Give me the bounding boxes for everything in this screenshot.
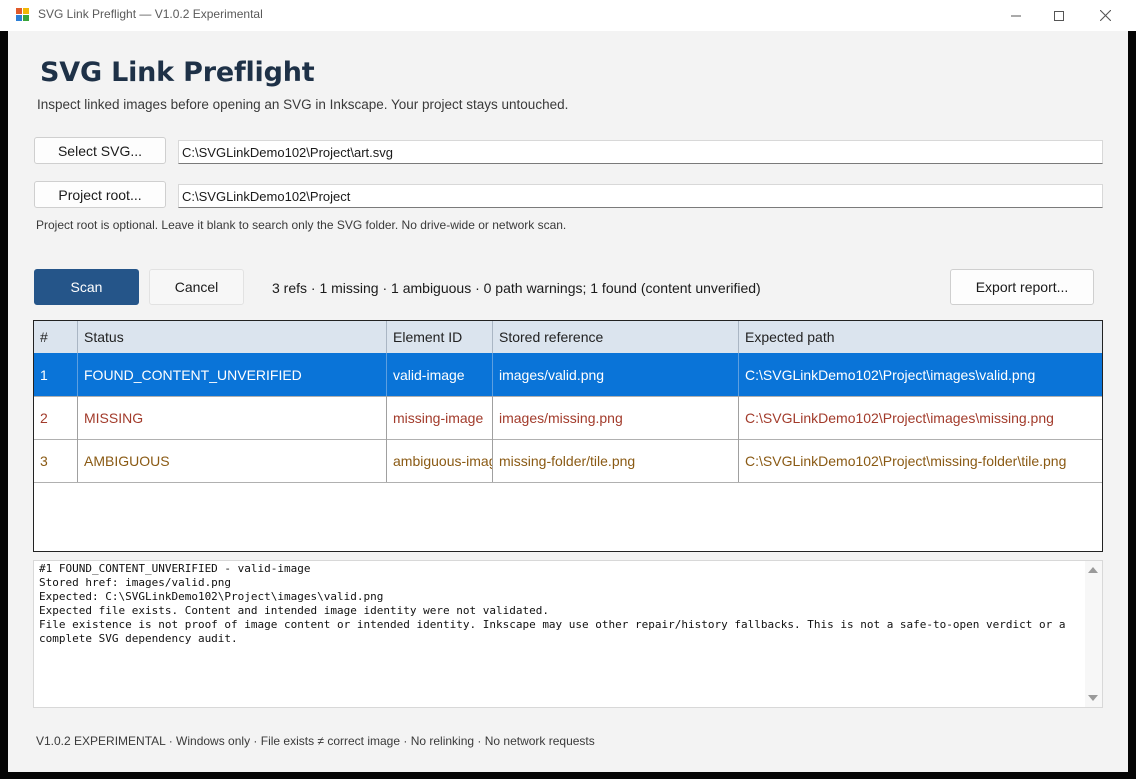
page-title: SVG Link Preflight	[40, 57, 315, 88]
column-header-expected-path[interactable]: Expected path	[739, 321, 1102, 353]
minimize-button[interactable]	[993, 0, 1039, 31]
window-title: SVG Link Preflight — V1.0.2 Experimental	[38, 7, 263, 21]
row-element-id: missing-image	[387, 396, 493, 439]
row-element-id: valid-image	[387, 353, 493, 396]
details-textbox[interactable]: #1 FOUND_CONTENT_UNVERIFIED - valid-imag…	[33, 560, 1103, 708]
export-report-button[interactable]: Export report...	[950, 269, 1094, 305]
project-root-button[interactable]: Project root...	[34, 181, 166, 208]
project-root-field[interactable]: C:\SVGLinkDemo102\Project	[178, 184, 1103, 208]
row-num: 2	[34, 396, 78, 439]
column-header-element-id[interactable]: Element ID	[387, 321, 493, 353]
column-header-status[interactable]: Status	[78, 321, 387, 353]
details-scrollbar[interactable]	[1085, 561, 1102, 707]
row-status: MISSING	[78, 396, 387, 439]
table-row[interactable]: 1 FOUND_CONTENT_UNVERIFIED valid-image i…	[34, 353, 1102, 397]
row-stored-reference: images/valid.png	[493, 353, 739, 396]
scan-summary: 3 refs · 1 missing · 1 ambiguous · 0 pat…	[272, 280, 761, 296]
table-row[interactable]: 2 MISSING missing-image images/missing.p…	[34, 396, 1102, 440]
row-stored-reference: images/missing.png	[493, 396, 739, 439]
status-footer: V1.0.2 EXPERIMENTAL · Windows only · Fil…	[36, 734, 595, 748]
grid-empty-area	[78, 482, 79, 551]
close-icon	[1099, 10, 1111, 21]
select-svg-button[interactable]: Select SVG...	[34, 137, 166, 164]
row-num: 1	[34, 353, 78, 396]
scroll-down-icon[interactable]	[1088, 695, 1098, 701]
svg-path-field[interactable]: C:\SVGLinkDemo102\Project\art.svg	[178, 140, 1103, 164]
row-expected-path: C:\SVGLinkDemo102\Project\missing-folder…	[745, 452, 1067, 469]
window-border-right	[1128, 31, 1136, 779]
grid-header-row: # Status Element ID Stored reference Exp…	[34, 321, 1102, 354]
maximize-button[interactable]	[1036, 0, 1082, 31]
table-row[interactable]: 3 AMBIGUOUS ambiguous-image missing-fold…	[34, 439, 1102, 483]
window-border-left	[0, 31, 8, 779]
details-text: #1 FOUND_CONTENT_UNVERIFIED - valid-imag…	[39, 562, 1066, 645]
scan-button[interactable]: Scan	[34, 269, 139, 305]
title-bar: SVG Link Preflight — V1.0.2 Experimental	[0, 0, 1136, 32]
scroll-up-icon[interactable]	[1088, 567, 1098, 573]
column-header-num[interactable]: #	[34, 321, 78, 353]
app-icon	[16, 8, 30, 22]
row-expected-path: C:\SVGLinkDemo102\Project\images\missing…	[745, 409, 1054, 426]
row-status: FOUND_CONTENT_UNVERIFIED	[78, 353, 387, 396]
row-element-id: ambiguous-image	[387, 439, 493, 482]
maximize-icon	[1054, 10, 1064, 21]
row-status: AMBIGUOUS	[78, 439, 387, 482]
results-grid[interactable]: # Status Element ID Stored reference Exp…	[33, 320, 1103, 552]
row-stored-reference: missing-folder/tile.png	[493, 439, 739, 482]
project-root-hint: Project root is optional. Leave it blank…	[36, 218, 567, 232]
minimize-icon	[1011, 15, 1021, 16]
row-num: 3	[34, 439, 78, 482]
window-border-bottom	[0, 772, 1136, 779]
cancel-button[interactable]: Cancel	[149, 269, 244, 305]
row-expected-path: C:\SVGLinkDemo102\Project\images\valid.p…	[745, 366, 1036, 383]
close-button[interactable]	[1082, 0, 1128, 31]
column-header-stored-reference[interactable]: Stored reference	[493, 321, 739, 353]
page-subtitle: Inspect linked images before opening an …	[37, 97, 569, 112]
